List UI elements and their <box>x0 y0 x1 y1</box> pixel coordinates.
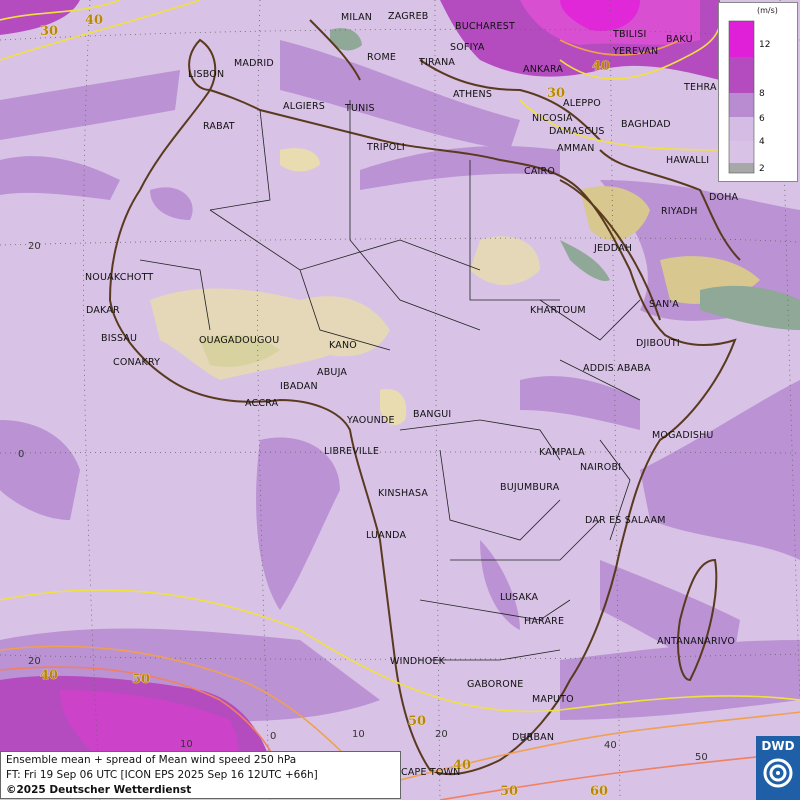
contour-label: 50 <box>132 672 150 687</box>
lat-label: 0 <box>18 449 24 460</box>
city-label: NOUAKCHOTT <box>85 272 153 283</box>
copyright: ©2025 Deutscher Wetterdienst <box>6 784 192 796</box>
legend-value: 6 <box>759 114 765 124</box>
city-label: RABAT <box>203 121 235 132</box>
city-label: DAMASCUS <box>549 126 605 137</box>
city-label: ALEPPO <box>563 98 601 109</box>
city-label: LUSAKA <box>500 592 539 603</box>
lat-label: 20 <box>28 241 41 252</box>
city-label: TEHRA <box>683 82 717 93</box>
contour-label: 50 <box>500 784 518 799</box>
wind-speed-map[interactable]: 20 0 20 10 0 10 20 30 40 50 30 40 40 30 … <box>0 0 800 800</box>
contour-label: 60 <box>590 784 608 799</box>
legend-value: 4 <box>759 137 765 147</box>
city-label: BUCHAREST <box>455 21 515 32</box>
dwd-swirl-icon <box>763 758 793 788</box>
weather-map-view: 20 0 20 10 0 10 20 30 40 50 30 40 40 30 … <box>0 0 800 800</box>
city-label: DAR ES SALAAM <box>585 515 666 526</box>
legend-scale: 12 8 6 4 2 <box>728 20 770 174</box>
city-label: DURBAN <box>512 732 554 743</box>
legend-value: 12 <box>759 40 770 50</box>
city-label: YAOUNDE <box>346 415 395 426</box>
city-label: ROME <box>367 52 396 63</box>
lon-label: 20 <box>435 729 448 740</box>
contour-label: 50 <box>408 714 426 729</box>
legend-swatch-6 <box>729 93 754 117</box>
lat-label: 20 <box>28 656 41 667</box>
city-label: YEREVAN <box>612 46 658 57</box>
city-label: BAKU <box>666 34 693 45</box>
city-label: HARARE <box>524 616 564 627</box>
map-info-box: Ensemble mean + spread of Mean wind spee… <box>0 751 401 799</box>
city-label: MAPUTO <box>532 694 574 705</box>
city-label: RIYADH <box>661 206 698 217</box>
legend-swatch-8 <box>729 57 754 93</box>
city-label: MOGADISHU <box>652 430 714 441</box>
city-label: OUAGADOUGOU <box>199 335 279 346</box>
dwd-logo[interactable]: DWD <box>756 736 800 800</box>
dwd-logo-text: DWD <box>761 739 795 753</box>
city-label: DOHA <box>709 192 739 203</box>
city-label: TRIPOLI <box>366 142 405 153</box>
city-label: KANO <box>329 340 357 351</box>
legend-value: 8 <box>759 89 765 99</box>
city-label: TIRANA <box>418 57 455 68</box>
city-label: ANKARA <box>523 64 563 75</box>
city-label: BISSAU <box>101 333 137 344</box>
forecast-time: FT: Fri 19 Sep 06 UTC [ICON EPS 2025 Sep… <box>6 769 318 781</box>
city-label: BUJUMBURA <box>500 482 560 493</box>
city-label: ANTANANARIVO <box>657 636 735 647</box>
legend-swatch-12 <box>729 21 754 57</box>
city-label: MILAN <box>341 12 372 23</box>
city-label: TBILISI <box>612 29 646 40</box>
city-label: WINDHOEK <box>390 656 446 667</box>
legend-swatch-2 <box>729 163 754 173</box>
city-label: ACCRA <box>245 398 279 409</box>
city-label: KINSHASA <box>378 488 428 499</box>
contour-label: 30 <box>40 24 58 39</box>
city-label: ZAGREB <box>388 11 429 22</box>
city-label: KHARTOUM <box>530 305 586 316</box>
color-legend: (m/s) 12 8 6 4 2 <box>718 2 798 182</box>
city-label: MADRID <box>234 58 274 69</box>
city-label: ATHENS <box>453 89 492 100</box>
city-label: TUNIS <box>344 103 375 114</box>
city-label: AMMAN <box>557 143 595 154</box>
city-label: CONAKRY <box>113 357 160 368</box>
legend-swatch-4 <box>729 117 754 141</box>
product-title: Ensemble mean + spread of Mean wind spee… <box>6 754 297 766</box>
city-label: KAMPALA <box>539 447 585 458</box>
city-label: ADDIS ABABA <box>583 363 651 374</box>
city-label: DJIBOUTI <box>636 338 680 349</box>
city-label: NICOSIA <box>532 113 573 124</box>
city-label: HAWALLI <box>666 155 709 166</box>
city-label: LIBREVILLE <box>324 446 379 457</box>
city-label: GABORONE <box>467 679 523 690</box>
contour-label: 40 <box>592 59 610 74</box>
city-label: NAIROBI <box>580 462 621 473</box>
legend-value: 2 <box>759 164 765 174</box>
city-label: LISBON <box>188 69 224 80</box>
city-label: LUANDA <box>366 530 407 541</box>
city-label: IBADAN <box>280 381 318 392</box>
city-label: ABUJA <box>317 367 347 378</box>
city-label: JEDDAH <box>593 243 632 254</box>
contour-label: 40 <box>40 668 58 683</box>
lon-label: 10 <box>180 739 193 750</box>
city-label: BAGHDAD <box>621 119 671 130</box>
lon-label: 0 <box>270 731 276 742</box>
lon-label: 40 <box>604 740 617 751</box>
city-label: SOFIYA <box>450 42 485 53</box>
city-label: SAN'A <box>649 299 679 310</box>
lon-label: 10 <box>352 729 365 740</box>
city-label: BANGUI <box>413 409 451 420</box>
city-label: CAPE TOWN <box>401 767 460 778</box>
contour-label: 40 <box>85 13 103 28</box>
city-label: DAKAR <box>86 305 120 316</box>
city-label: ALGIERS <box>283 101 325 112</box>
city-label: CAIRO <box>524 166 555 177</box>
lon-label: 50 <box>695 752 708 763</box>
